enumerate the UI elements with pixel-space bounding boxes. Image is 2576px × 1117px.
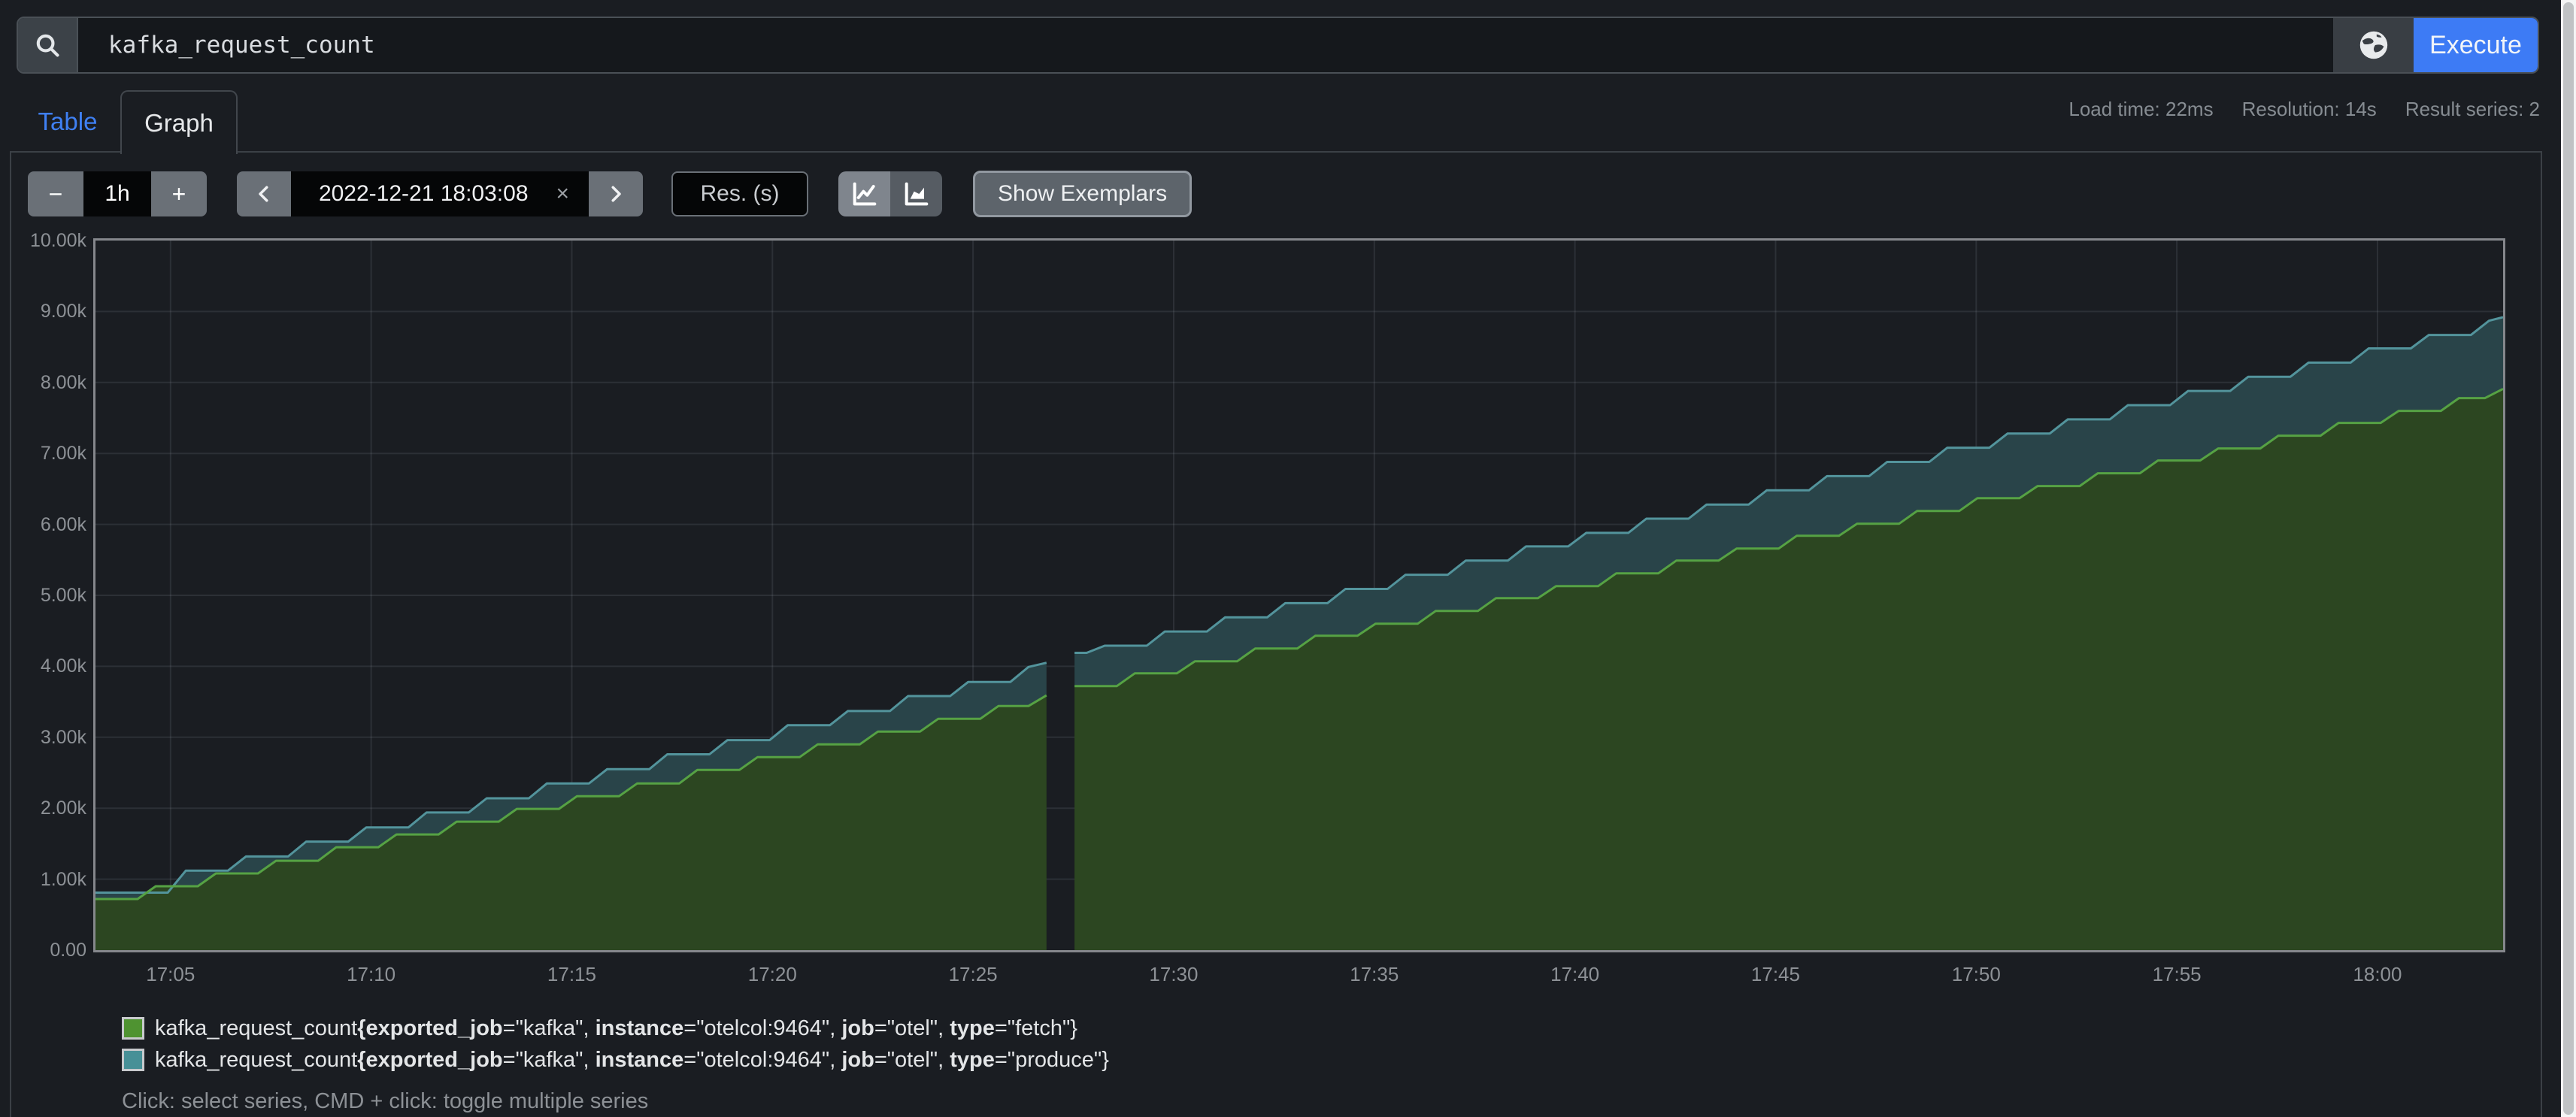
y-tick-label: 1.00k (17, 869, 86, 890)
x-tick-label: 17:55 (2124, 963, 2229, 986)
resolution: Resolution: 14s (2242, 98, 2377, 121)
legend: kafka_request_count{exported_job="kafka"… (122, 1013, 1109, 1114)
datetime-control: × (237, 171, 643, 216)
legend-series-text: kafka_request_count{exported_job="kafka"… (155, 1016, 1077, 1041)
query-bar: Execute (17, 17, 2539, 74)
time-forward-button[interactable] (589, 171, 643, 216)
search-icon-box (18, 18, 78, 72)
x-tick-label: 17:30 (1121, 963, 1226, 986)
series-fetch-area (95, 695, 1047, 950)
x-tick-label: 17:20 (720, 963, 825, 986)
result-series: Result series: 2 (2405, 98, 2540, 121)
query-input[interactable] (78, 18, 2333, 72)
globe-time-icon (2356, 28, 2391, 62)
page-scrollbar-track (2561, 0, 2576, 1117)
page-scrollbar-thumb[interactable] (2563, 2, 2574, 1115)
search-icon (33, 31, 62, 59)
tab-graph[interactable]: Graph (120, 90, 238, 154)
x-tick-label: 17:15 (519, 963, 624, 986)
datetime-field: × (291, 171, 589, 216)
datetime-input[interactable] (291, 180, 556, 207)
x-tick-label: 17:45 (1723, 963, 1828, 986)
load-time: Load time: 22ms (2068, 98, 2213, 121)
duration-increase-button[interactable]: + (151, 171, 207, 216)
legend-series-text: kafka_request_count{exported_job="kafka"… (155, 1048, 1109, 1073)
chart-canvas (95, 241, 2503, 950)
view-tabs: Table Graph (15, 90, 238, 153)
x-tick-label: 17:50 (1923, 963, 2029, 986)
x-tick-label: 17:05 (118, 963, 223, 986)
chevron-right-icon (605, 183, 627, 205)
duration-decrease-button[interactable]: − (28, 171, 83, 216)
show-exemplars-button[interactable]: Show Exemplars (973, 171, 1192, 217)
y-tick-label: 4.00k (17, 655, 86, 677)
tab-table[interactable]: Table (15, 90, 120, 153)
query-stats: Load time: 22ms Resolution: 14s Result s… (2068, 98, 2540, 121)
series-fetch-area (1074, 389, 2503, 950)
line-chart-icon (850, 179, 880, 209)
legend-swatch (122, 1049, 144, 1071)
y-tick-label: 5.00k (17, 585, 86, 606)
x-tick-label: 18:00 (2325, 963, 2430, 986)
line-chart-toggle-button[interactable] (838, 171, 890, 216)
y-tick-label: 3.00k (17, 727, 86, 748)
y-tick-label: 0.00 (17, 940, 86, 961)
y-tick-label: 9.00k (17, 301, 86, 322)
time-selector-button[interactable] (2333, 18, 2414, 72)
time-back-button[interactable] (237, 171, 291, 216)
chart-type-toggle (838, 171, 942, 216)
x-tick-label: 17:10 (319, 963, 424, 986)
y-tick-label: 10.00k (17, 230, 86, 251)
legend-swatch (122, 1017, 144, 1040)
execute-button[interactable]: Execute (2414, 18, 2538, 72)
legend-item[interactable]: kafka_request_count{exported_job="kafka"… (122, 1044, 1109, 1076)
x-tick-label: 17:35 (1322, 963, 1427, 986)
graph-panel: − + × Show Exemplars 0.001.00k2.00k3.0 (10, 151, 2542, 1117)
chevron-left-icon (253, 183, 275, 205)
y-tick-label: 7.00k (17, 443, 86, 464)
legend-item[interactable]: kafka_request_count{exported_job="kafka"… (122, 1013, 1109, 1044)
y-tick-label: 8.00k (17, 372, 86, 393)
x-tick-label: 17:25 (920, 963, 1026, 986)
x-tick-label: 17:40 (1523, 963, 1628, 986)
duration-control: − + (28, 171, 207, 216)
resolution-input[interactable] (671, 171, 808, 216)
stacked-chart-toggle-button[interactable] (890, 171, 942, 216)
clear-time-icon[interactable]: × (556, 181, 589, 207)
stacked-chart-icon (902, 179, 932, 209)
y-tick-label: 6.00k (17, 514, 86, 535)
chart-plot-area[interactable] (93, 238, 2505, 952)
y-tick-label: 2.00k (17, 798, 86, 819)
duration-input[interactable] (83, 171, 151, 216)
legend-hint: Click: select series, CMD + click: toggl… (122, 1089, 1109, 1114)
